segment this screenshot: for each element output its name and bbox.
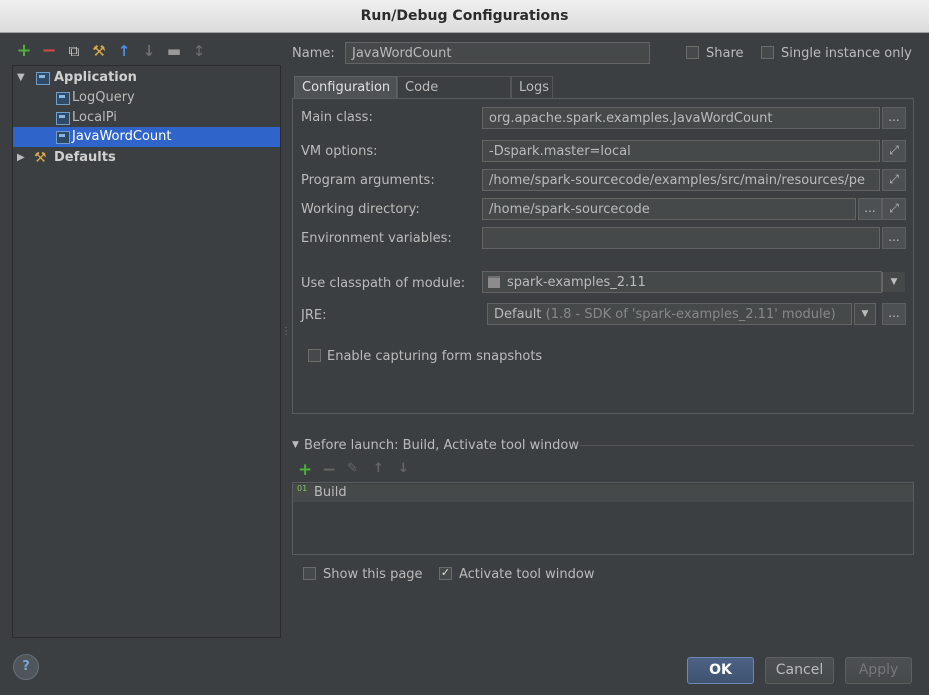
expand-vm-options-icon[interactable]: ⤢ xyxy=(882,140,906,162)
tree-label-defaults: Defaults xyxy=(54,150,116,165)
divider xyxy=(580,445,914,446)
run-config-icon xyxy=(56,131,70,144)
application-icon xyxy=(36,72,50,85)
collapse-before-launch-icon[interactable]: ▼ xyxy=(292,440,299,450)
splitter-handle[interactable]: ⋮ xyxy=(281,327,291,337)
tree-node-defaults[interactable]: ▶ ⚒ Defaults xyxy=(13,148,280,168)
build-icon: 01 xyxy=(297,484,308,493)
show-page-label: Show this page xyxy=(323,567,423,582)
remove-icon[interactable]: − xyxy=(40,42,58,60)
tree-node-application[interactable]: ▼ Application xyxy=(13,68,280,88)
vm-options-label: VM options: xyxy=(301,144,378,159)
chevron-down-icon[interactable]: ▼ xyxy=(882,272,905,292)
share-checkbox[interactable] xyxy=(686,46,699,59)
classpath-label: Use classpath of module: xyxy=(301,276,466,291)
environment-variables-field[interactable] xyxy=(482,227,880,249)
apply-button[interactable]: Apply xyxy=(845,657,912,684)
jre-default-text: Default xyxy=(494,307,542,322)
program-arguments-field[interactable]: /home/spark-sourcecode/examples/src/main… xyxy=(482,169,880,191)
jre-select[interactable]: Default (1.8 - SDK of 'spark-examples_2.… xyxy=(487,303,852,325)
vm-options-field[interactable]: -Dspark.master=local xyxy=(482,140,880,162)
run-config-icon xyxy=(56,112,70,125)
working-directory-label: Working directory: xyxy=(301,202,420,217)
share-label: Share xyxy=(706,46,744,61)
expand-program-arguments-icon[interactable]: ⤢ xyxy=(882,169,906,191)
browse-main-class-button[interactable]: ... xyxy=(882,107,906,129)
tab-configuration[interactable]: Configuration xyxy=(294,76,397,98)
show-page-checkbox[interactable] xyxy=(303,567,316,580)
tree-item-label: LocalPi xyxy=(72,110,117,125)
edit-environment-variables-button[interactable]: ... xyxy=(882,227,906,249)
classpath-select[interactable]: spark-examples_2.11 xyxy=(482,271,882,293)
tree-item-javawordcount[interactable]: JavaWordCount xyxy=(13,127,280,147)
ok-button[interactable]: OK xyxy=(687,657,754,684)
help-icon[interactable]: ? xyxy=(13,654,39,680)
capture-snapshots-label: Enable capturing form snapshots xyxy=(327,349,543,364)
name-label: Name: xyxy=(292,46,335,61)
move-up-icon[interactable]: ↑ xyxy=(115,42,133,60)
single-instance-checkbox[interactable] xyxy=(761,46,774,59)
window-title: Run/Debug Configurations xyxy=(0,0,929,33)
move-up-icon[interactable]: ↑ xyxy=(373,461,384,476)
jre-detail-text: (1.8 - SDK of 'spark-examples_2.11' modu… xyxy=(545,307,836,322)
program-arguments-label: Program arguments: xyxy=(301,173,435,188)
list-item[interactable]: 01 Build xyxy=(293,484,913,502)
browse-jre-button[interactable]: ... xyxy=(882,303,906,325)
activate-tool-checkbox[interactable]: ✓ xyxy=(439,567,452,580)
build-label: Build xyxy=(314,485,347,500)
main-class-field[interactable]: org.apache.spark.examples.JavaWordCount xyxy=(482,107,880,129)
copy-icon[interactable]: ⧉ xyxy=(65,42,83,60)
before-launch-title: Before launch: Build, Activate tool wind… xyxy=(304,438,579,453)
chevron-down-icon[interactable]: ▼ xyxy=(854,303,876,325)
move-down-icon[interactable]: ↓ xyxy=(140,42,158,60)
sort-icon[interactable]: ↕ xyxy=(190,42,208,60)
add-icon[interactable]: + xyxy=(15,42,33,60)
edit-icon[interactable]: ✎ xyxy=(347,461,358,476)
jre-label: JRE: xyxy=(301,308,327,323)
browse-working-directory-button[interactable]: ... xyxy=(858,198,882,220)
move-down-icon[interactable]: ↓ xyxy=(398,461,409,476)
tree-item-label: LogQuery xyxy=(72,90,135,105)
wrench-icon[interactable]: ⚒ xyxy=(90,42,108,60)
single-instance-label: Single instance only xyxy=(781,46,912,61)
tab-code-coverage[interactable]: Code Coverage xyxy=(397,76,511,117)
cancel-button[interactable]: Cancel xyxy=(765,657,834,684)
tree-label-application: Application xyxy=(54,70,137,85)
module-folder-icon xyxy=(488,276,500,288)
configurations-tree[interactable]: ▼ Application LogQuery LocalPi JavaWordC… xyxy=(12,65,281,638)
collapse-arrow-icon[interactable]: ▶ xyxy=(17,148,29,168)
remove-icon[interactable]: − xyxy=(322,460,336,480)
macro-icon[interactable]: ⤢ xyxy=(882,198,906,220)
working-directory-field[interactable]: /home/spark-sourcecode xyxy=(482,198,856,220)
add-icon[interactable]: + xyxy=(298,460,312,480)
capture-snapshots-checkbox[interactable] xyxy=(308,349,321,362)
tree-item-label: JavaWordCount xyxy=(72,129,172,144)
main-class-label: Main class: xyxy=(301,110,373,125)
classpath-value: spark-examples_2.11 xyxy=(507,275,646,290)
folder-icon[interactable]: ▬ xyxy=(165,42,183,60)
tree-item-localpi[interactable]: LocalPi xyxy=(13,108,280,128)
tab-logs[interactable]: Logs xyxy=(511,76,553,98)
environment-variables-label: Environment variables: xyxy=(301,231,452,246)
before-launch-list[interactable]: 01 Build xyxy=(292,482,914,555)
tree-item-logquery[interactable]: LogQuery xyxy=(13,88,280,108)
expand-arrow-icon[interactable]: ▼ xyxy=(17,68,29,88)
activate-tool-label: Activate tool window xyxy=(459,567,595,582)
wrench-icon: ⚒ xyxy=(34,150,47,166)
run-config-icon xyxy=(56,92,70,105)
name-field[interactable]: JavaWordCount xyxy=(345,42,650,64)
